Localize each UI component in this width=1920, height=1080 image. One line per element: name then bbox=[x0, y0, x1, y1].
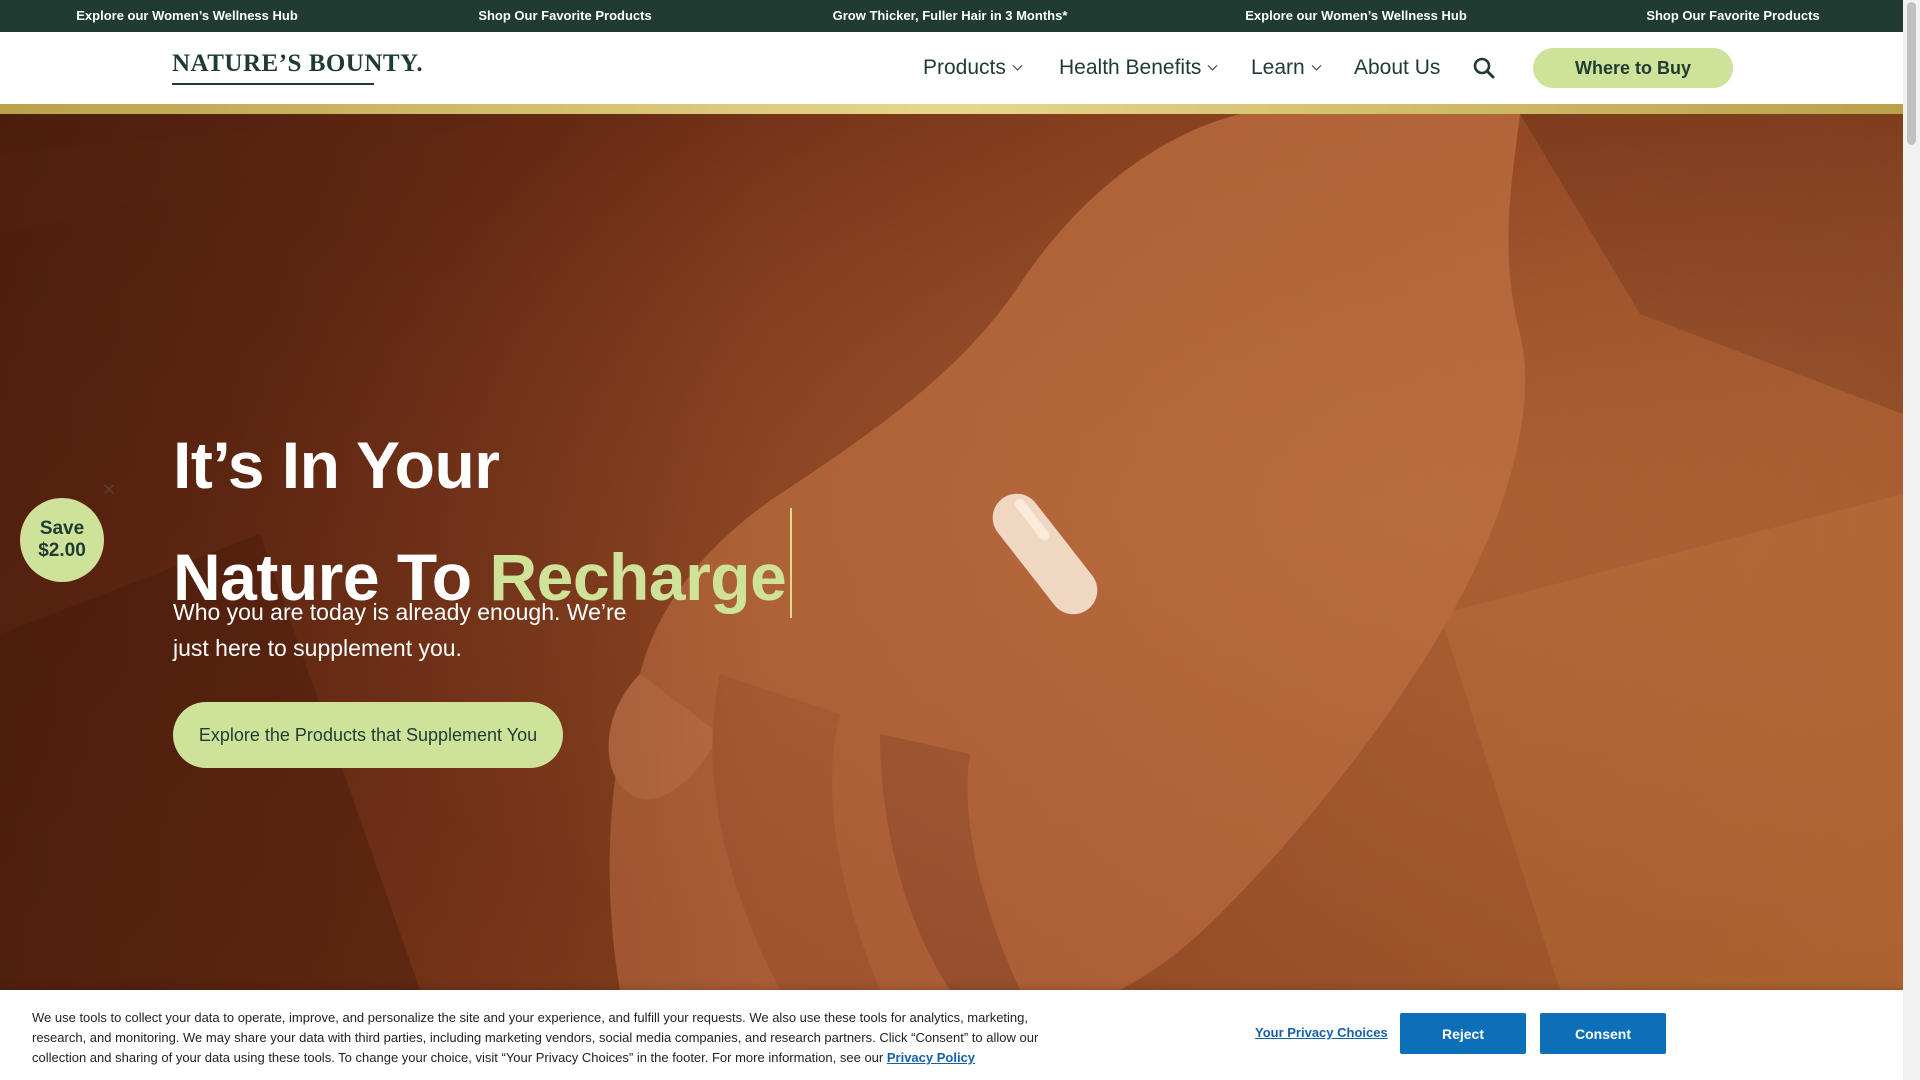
privacy-choices-link[interactable]: Your Privacy Choices bbox=[1255, 1025, 1388, 1040]
header-divider bbox=[0, 104, 1903, 114]
chevron-down-icon bbox=[1012, 60, 1023, 71]
nav-health-benefits-label: Health Benefits bbox=[1059, 56, 1202, 79]
save-badge-line1: Save bbox=[39, 518, 85, 539]
hero-section: It’s In Your Nature To Recharge Who you … bbox=[0, 114, 1903, 990]
hero-subtitle: Who you are today is already enough. We’… bbox=[173, 599, 627, 661]
announcement-link-wellness-hub-2[interactable]: Explore our Women’s Wellness Hub bbox=[1245, 0, 1467, 32]
close-icon[interactable]: ✕ bbox=[100, 482, 118, 500]
hero-title-line1: It’s In Your bbox=[173, 428, 500, 502]
explore-products-button[interactable]: Explore the Products that Supplement You bbox=[173, 702, 563, 768]
nav-about-us-label: About Us bbox=[1354, 56, 1441, 79]
logo-underline bbox=[172, 83, 374, 85]
search-icon[interactable] bbox=[1472, 56, 1496, 80]
nav-products-label: Products bbox=[923, 56, 1006, 79]
announcement-link-wellness-hub[interactable]: Explore our Women’s Wellness Hub bbox=[76, 0, 298, 32]
site-logo[interactable]: NATURE’S BOUNTY. bbox=[172, 49, 424, 85]
cookie-text: We use tools to collect your data to ope… bbox=[32, 1008, 1062, 1068]
where-to-buy-button[interactable]: Where to Buy bbox=[1533, 48, 1733, 88]
cookie-banner: We use tools to collect your data to ope… bbox=[0, 990, 1903, 1080]
text-caret bbox=[790, 508, 793, 618]
nav-learn[interactable]: Learn bbox=[1251, 54, 1322, 82]
chevron-down-icon bbox=[1207, 60, 1218, 71]
announcement-link-favorite-products-2[interactable]: Shop Our Favorite Products bbox=[1646, 0, 1819, 32]
privacy-policy-link[interactable]: Privacy Policy bbox=[887, 1050, 975, 1065]
announcement-bar: Explore our Women’s Wellness Hub Shop Ou… bbox=[0, 0, 1903, 32]
hero-title: It’s In Your Nature To Recharge bbox=[173, 422, 793, 620]
page-scrollbar[interactable] bbox=[1903, 0, 1920, 1080]
nav-about-us[interactable]: About Us bbox=[1354, 54, 1440, 82]
nav-products[interactable]: Products bbox=[923, 54, 1023, 82]
nav-health-benefits[interactable]: Health Benefits bbox=[1059, 54, 1218, 82]
save-badge[interactable]: Save $2.00 bbox=[20, 498, 104, 582]
logo-text: NATURE’S BOUNTY. bbox=[172, 50, 424, 77]
scrollbar-thumb[interactable] bbox=[1907, 2, 1916, 145]
announcement-link-favorite-products[interactable]: Shop Our Favorite Products bbox=[478, 0, 651, 32]
chevron-down-icon bbox=[1311, 60, 1322, 71]
nav-learn-label: Learn bbox=[1251, 56, 1305, 79]
consent-button[interactable]: Consent bbox=[1540, 1013, 1666, 1054]
reject-button[interactable]: Reject bbox=[1400, 1013, 1526, 1054]
site-header: NATURE’S BOUNTY. Products Health Benefit… bbox=[0, 32, 1903, 104]
announcement-link-hair[interactable]: Grow Thicker, Fuller Hair in 3 Months* bbox=[833, 0, 1068, 32]
save-badge-amount: $2.00 bbox=[38, 540, 86, 561]
